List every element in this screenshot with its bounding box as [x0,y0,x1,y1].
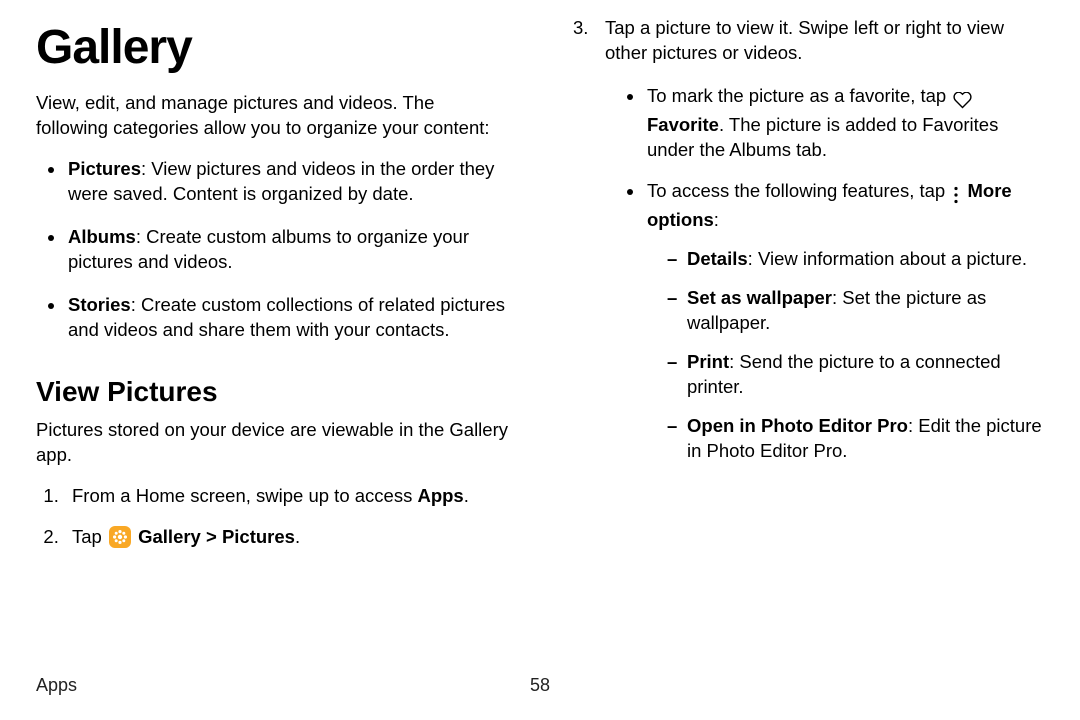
step-2: Tap Gallery > Pictures. [64,525,511,550]
text-a: To mark the picture as a favorite, tap [647,85,951,106]
opt-wallpaper: Set as wallpaper: Set the picture as wal… [669,286,1044,336]
right-column: Tap a picture to view it. Swipe left or … [569,10,1044,566]
manual-page: Gallery View, edit, and manage pictures … [0,0,1080,720]
heart-icon [953,88,972,113]
desc: : Send the picture to a connected printe… [687,351,1001,397]
chevron: > [201,526,222,547]
apps-label: Apps [417,485,463,506]
opt-photo-editor: Open in Photo Editor Pro: Edit the pictu… [669,414,1044,464]
intro-paragraph: View, edit, and manage pictures and vide… [36,91,511,141]
two-column-layout: Gallery View, edit, and manage pictures … [36,10,1044,566]
desc: : Create custom collections of related p… [68,294,505,340]
colon: : [714,209,719,230]
step3-sublist: To mark the picture as a favorite, tap F… [605,84,1044,464]
text: Tap [72,526,107,547]
text: From a Home screen, swipe up to access [72,485,417,506]
footer-page-number: 58 [530,675,550,696]
label: Details [687,248,748,269]
more-options-icon [952,183,960,208]
pictures-label: Pictures [222,526,295,547]
label: Pictures [68,158,141,179]
step-3: Tap a picture to view it. Swipe left or … [569,16,1044,464]
category-albums: Albums: Create custom albums to organize… [66,225,511,275]
view-pictures-heading: View Pictures [36,373,511,411]
opt-print: Print: Send the picture to a connected p… [669,350,1044,400]
text-a: To access the following features, tap [647,180,950,201]
more-options-list: Details: View information about a pictur… [647,247,1044,464]
category-pictures: Pictures: View pictures and videos in th… [66,157,511,207]
footer-section: Apps [36,675,77,695]
category-stories: Stories: Create custom collections of re… [66,293,511,343]
steps-list-right: Tap a picture to view it. Swipe left or … [569,16,1044,464]
period: . [464,485,469,506]
period: . [295,526,300,547]
steps-list-left: From a Home screen, swipe up to access A… [36,484,511,550]
view-pictures-desc: Pictures stored on your device are viewa… [36,418,511,468]
opt-details: Details: View information about a pictur… [669,247,1044,272]
page-footer: Apps 58 [36,675,1044,696]
page-title: Gallery [36,16,511,81]
categories-list: Pictures: View pictures and videos in th… [36,157,511,343]
favorite-label: Favorite [647,114,719,135]
label: Set as wallpaper [687,287,832,308]
step-1: From a Home screen, swipe up to access A… [64,484,511,509]
favorite-item: To mark the picture as a favorite, tap F… [645,84,1044,163]
more-options-item: To access the following features, tap Mo… [645,179,1044,464]
label: Stories [68,294,131,315]
left-column: Gallery View, edit, and manage pictures … [36,10,511,566]
label: Albums [68,226,136,247]
gallery-label: Gallery [138,526,201,547]
label: Print [687,351,729,372]
gallery-icon [109,526,131,548]
text: Tap a picture to view it. Swipe left or … [605,17,1004,63]
desc: : View information about a picture. [748,248,1027,269]
label: Open in Photo Editor Pro [687,415,908,436]
